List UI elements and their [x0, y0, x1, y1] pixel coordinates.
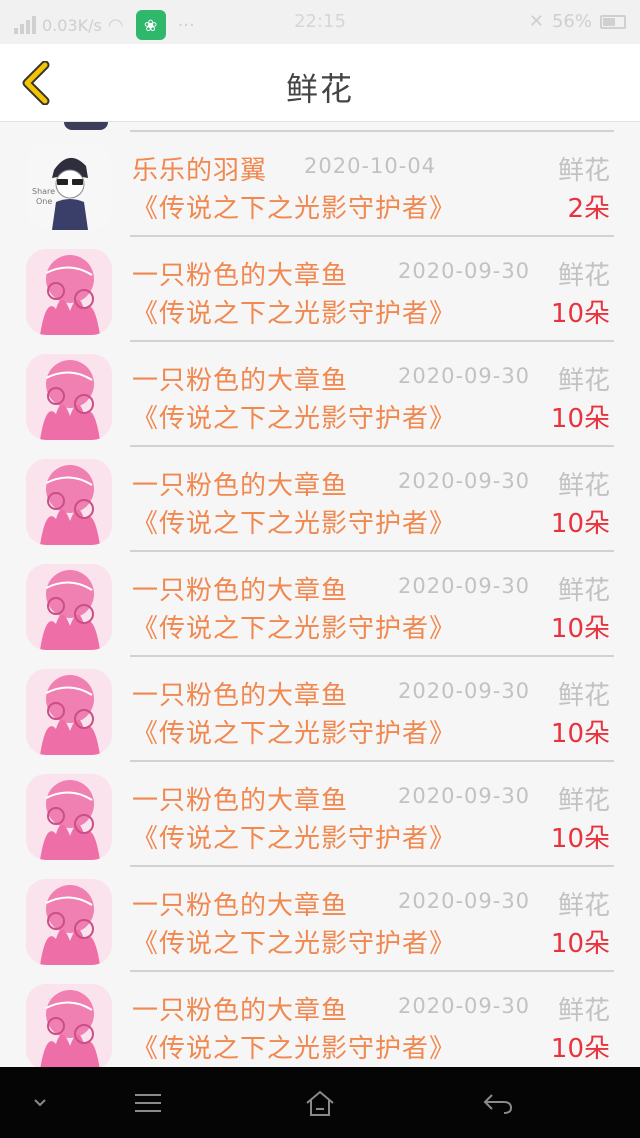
flower-gift-list[interactable]: Share One 乐乐的羽翼 2020-10-04 《传说之下之光影守护者》 …	[0, 122, 640, 1067]
gift-type: 鲜花	[557, 681, 610, 711]
status-bar: 0.03K/s ◠ ❀ ··· 22:15 ✕ 56%	[0, 0, 640, 44]
pink-octopus-avatar-icon	[26, 984, 112, 1067]
pink-octopus-avatar-icon	[26, 459, 112, 545]
pink-octopus-avatar-icon	[26, 669, 112, 755]
list-item[interactable]: 一只粉色的大章鱼 2020-09-30 《传说之下之光影守护者》 鲜花 10朵	[0, 762, 640, 867]
sender-name[interactable]: 一只粉色的大章鱼	[132, 885, 348, 922]
pink-octopus-avatar-icon	[26, 249, 112, 335]
gift-type: 鲜花	[557, 996, 610, 1026]
sender-name[interactable]: 一只粉色的大章鱼	[132, 255, 348, 292]
gift-count: 10朵	[550, 719, 610, 749]
sender-name[interactable]: 一只粉色的大章鱼	[132, 465, 348, 502]
avatar-partial	[64, 122, 108, 130]
svg-text:One: One	[36, 197, 52, 206]
avatar[interactable]: Share One	[26, 144, 112, 230]
page-title: 鲜花	[285, 70, 354, 108]
gift-date: 2020-09-30	[398, 364, 531, 388]
gift-count: 10朵	[550, 929, 610, 959]
gift-count: 10朵	[550, 404, 610, 434]
book-title[interactable]: 《传说之下之光影守护者》	[132, 293, 456, 330]
avatar[interactable]	[26, 669, 112, 755]
status-right: ✕ 56%	[529, 11, 626, 32]
gift-date: 2020-09-30	[398, 994, 531, 1018]
home-icon	[306, 1090, 334, 1116]
list-item[interactable]: 一只粉色的大章鱼 2020-09-30 《传说之下之光影守护者》 鲜花 10朵	[0, 867, 640, 972]
gift-count: 2朵	[567, 194, 610, 224]
sender-name[interactable]: 一只粉色的大章鱼	[132, 990, 348, 1027]
gift-date: 2020-10-04	[304, 154, 437, 178]
gift-date: 2020-09-30	[398, 679, 531, 703]
chevron-down-icon	[34, 1099, 46, 1107]
book-title[interactable]: 《传说之下之光影守护者》	[132, 503, 456, 540]
menu-icon	[135, 1094, 161, 1112]
gift-type: 鲜花	[557, 576, 610, 606]
book-title[interactable]: 《传说之下之光影守护者》	[132, 923, 456, 960]
avatar[interactable]	[26, 354, 112, 440]
sender-name[interactable]: 一只粉色的大章鱼	[132, 780, 348, 817]
book-title[interactable]: 《传说之下之光影守护者》	[132, 713, 456, 750]
pink-octopus-avatar-icon	[26, 564, 112, 650]
pink-octopus-avatar-icon	[26, 354, 112, 440]
book-title[interactable]: 《传说之下之光影守护者》	[132, 818, 456, 855]
list-item[interactable]: Share One 乐乐的羽翼 2020-10-04 《传说之下之光影守护者》 …	[0, 132, 640, 237]
system-navigation-bar	[0, 1067, 640, 1138]
list-item[interactable]: 一只粉色的大章鱼 2020-09-30 《传说之下之光影守护者》 鲜花 10朵	[0, 342, 640, 447]
gift-count: 10朵	[550, 824, 610, 854]
gift-date: 2020-09-30	[398, 889, 531, 913]
avatar[interactable]	[26, 774, 112, 860]
hide-nav-button[interactable]	[18, 1085, 62, 1121]
book-title[interactable]: 《传说之下之光影守护者》	[132, 188, 456, 225]
back-nav-button[interactable]	[476, 1085, 520, 1121]
gift-type: 鲜花	[557, 786, 610, 816]
sender-name[interactable]: 一只粉色的大章鱼	[132, 360, 348, 397]
mute-icon: ✕	[528, 11, 544, 32]
sender-name[interactable]: 一只粉色的大章鱼	[132, 675, 348, 712]
gift-type: 鲜花	[557, 891, 610, 921]
avatar[interactable]	[26, 879, 112, 965]
header-bar: 鲜花	[0, 44, 640, 122]
gift-date: 2020-09-30	[398, 469, 531, 493]
gift-date: 2020-09-30	[398, 259, 531, 283]
boy-sketch-avatar-icon: Share One	[26, 144, 112, 230]
gift-date: 2020-09-30	[398, 574, 531, 598]
pink-octopus-avatar-icon	[26, 879, 112, 965]
back-arrow-icon	[483, 1094, 513, 1114]
battery-icon	[600, 14, 626, 29]
list-item[interactable]: 一只粉色的大章鱼 2020-09-30 《传说之下之光影守护者》 鲜花 10朵	[0, 657, 640, 762]
gift-date: 2020-09-30	[398, 784, 531, 808]
book-title[interactable]: 《传说之下之光影守护者》	[132, 608, 456, 645]
list-item-partial	[0, 122, 640, 132]
avatar[interactable]	[26, 564, 112, 650]
sender-name[interactable]: 一只粉色的大章鱼	[132, 570, 348, 607]
list-item[interactable]: 一只粉色的大章鱼 2020-09-30 《传说之下之光影守护者》 鲜花 10朵	[0, 552, 640, 657]
gift-count: 10朵	[550, 614, 610, 644]
sender-name[interactable]: 乐乐的羽翼	[132, 150, 267, 187]
avatar[interactable]	[26, 459, 112, 545]
gift-type: 鲜花	[557, 261, 610, 291]
book-title[interactable]: 《传说之下之光影守护者》	[132, 1028, 456, 1065]
battery-percent: 56%	[551, 11, 592, 32]
gift-count: 10朵	[550, 509, 610, 539]
list-item[interactable]: 一只粉色的大章鱼 2020-09-30 《传说之下之光影守护者》 鲜花 10朵	[0, 447, 640, 552]
gift-type: 鲜花	[557, 366, 610, 396]
gift-count: 10朵	[550, 299, 610, 329]
gift-type: 鲜花	[557, 156, 610, 186]
pink-octopus-avatar-icon	[26, 774, 112, 860]
list-item[interactable]: 一只粉色的大章鱼 2020-09-30 《传说之下之光影守护者》 鲜花 10朵	[0, 972, 640, 1067]
book-title[interactable]: 《传说之下之光影守护者》	[132, 398, 456, 435]
menu-button[interactable]	[126, 1085, 170, 1121]
avatar[interactable]	[26, 249, 112, 335]
svg-text:Share: Share	[32, 187, 55, 196]
avatar[interactable]	[26, 984, 112, 1067]
home-button[interactable]	[298, 1085, 342, 1121]
gift-count: 10朵	[550, 1034, 610, 1064]
gift-type: 鲜花	[557, 471, 610, 501]
list-item[interactable]: 一只粉色的大章鱼 2020-09-30 《传说之下之光影守护者》 鲜花 10朵	[0, 237, 640, 342]
